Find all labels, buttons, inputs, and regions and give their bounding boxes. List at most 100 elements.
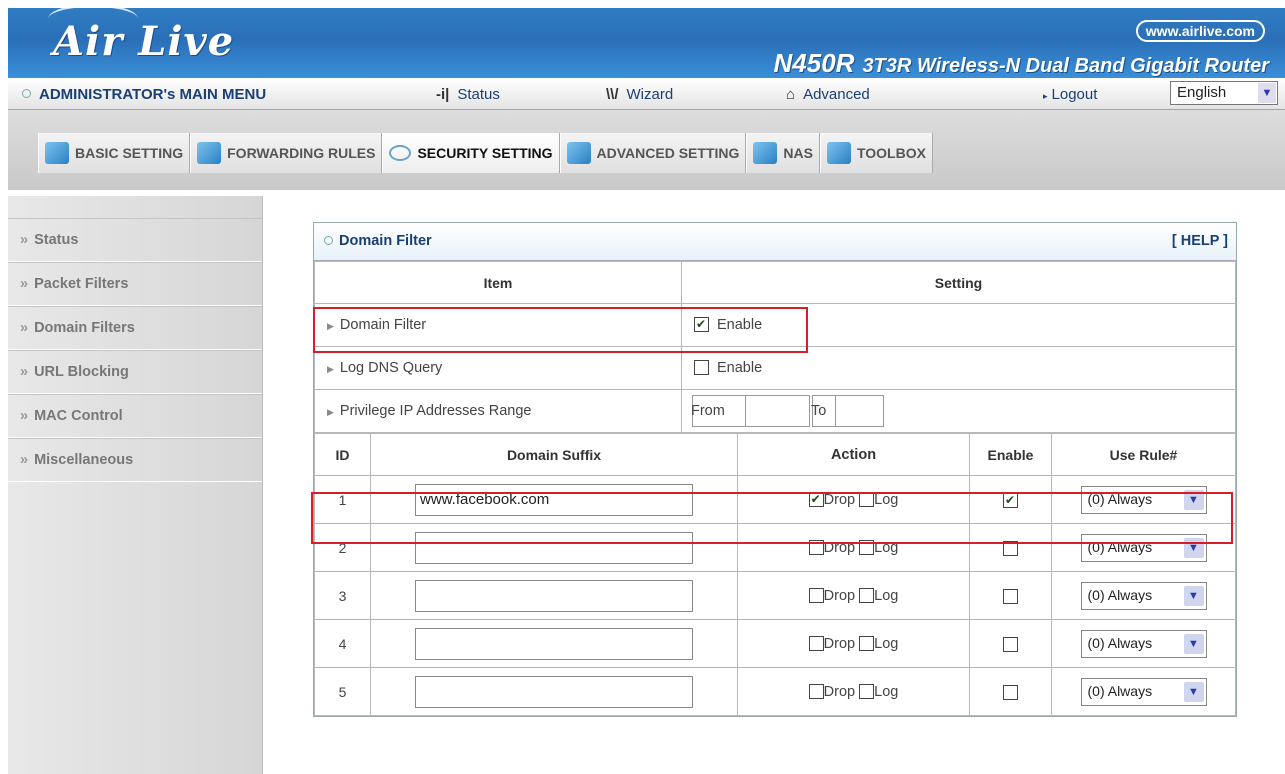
sidebar-item-packet-filters[interactable]: » Packet Filters: [8, 262, 262, 306]
triangle-icon: ▶: [327, 364, 334, 374]
rule-id: 2: [314, 523, 371, 572]
help-link[interactable]: [ HELP ]: [1172, 233, 1228, 249]
log-label: Log: [874, 587, 899, 604]
enable-checkbox[interactable]: [1003, 684, 1018, 700]
log-dns-label: ▶ Log DNS Query: [314, 346, 682, 390]
sidebar: » Status » Packet Filters » Domain Filters …: [8, 196, 263, 774]
domain-filter-checkbox[interactable]: [694, 317, 709, 332]
main-menu-bar: ADMINISTRATOR's MAIN MENU -i| Status \\/W…: [8, 78, 1285, 110]
logo: Air Live: [53, 18, 235, 65]
drop-checkbox[interactable]: [808, 683, 824, 699]
admin-main-menu[interactable]: ADMINISTRATOR's MAIN MENU: [22, 86, 266, 103]
rule-id: 1: [314, 475, 371, 524]
enable-checkbox[interactable]: [1003, 636, 1018, 652]
tab-forwarding-rules[interactable]: FORWARDING RULES: [190, 133, 383, 173]
rule-id: 4: [314, 619, 371, 668]
lock-icon: [389, 145, 412, 161]
header-banner: Air Live www.airlive.com N450R 3T3R Wirel…: [8, 4, 1285, 79]
drop-label: Drop: [823, 683, 856, 700]
menu-status[interactable]: -i| Status: [436, 86, 500, 103]
domain-suffix-input[interactable]: [415, 627, 693, 660]
table-row: 1 www.facebook.com Drop Log (0) Always▼: [314, 475, 1236, 524]
chevron-down-icon: ▼: [1183, 585, 1204, 606]
panel-header: Domain Filter [ HELP ]: [314, 223, 1236, 261]
col-use-rule: Use Rule#: [1051, 433, 1236, 476]
log-checkbox[interactable]: [859, 539, 875, 555]
bullet-icon: [22, 89, 31, 98]
enable-checkbox[interactable]: [1003, 540, 1018, 556]
drop-label: Drop: [823, 539, 856, 556]
table-row: 4 Drop Log (0) Always ▼: [314, 619, 1236, 668]
toolbox-icon: [826, 142, 851, 164]
drop-checkbox[interactable]: [808, 539, 824, 555]
wizard-icon: \\/: [606, 86, 619, 103]
domain-filter-row: ▶Domain Filter Enable: [314, 303, 1236, 347]
model-name: N450R: [773, 48, 855, 78]
log-label: Log: [874, 635, 899, 652]
tab-strip: BASIC SETTING FORWARDING RULES SECURITY …: [8, 110, 1285, 190]
log-checkbox[interactable]: [859, 491, 875, 507]
tab-security-setting[interactable]: SECURITY SETTING: [382, 133, 560, 173]
log-checkbox[interactable]: [859, 587, 875, 603]
log-dns-enable-label: Enable: [717, 360, 763, 376]
main-content: Domain Filter [ HELP ] Item Setting ▶ Dom…: [263, 196, 1285, 774]
folder-icon: [45, 142, 69, 164]
drop-label: Drop: [823, 587, 856, 604]
col-action: Action: [737, 433, 970, 476]
forward-icon: [197, 142, 222, 164]
use-rule-select[interactable]: (0) Always ▼: [1080, 533, 1207, 562]
status-icon: -i|: [436, 86, 450, 103]
chevron-down-icon: ▼: [1183, 489, 1204, 510]
tab-advanced-setting[interactable]: ADVANCED SETTING: [559, 133, 747, 173]
domain-suffix-input[interactable]: www.facebook.com: [415, 483, 693, 516]
language-select[interactable]: English ▼: [1170, 81, 1278, 105]
enable-checkbox[interactable]: [1003, 588, 1018, 604]
product-name: 3T3R Wireless-N Dual Band Gigabit Router: [862, 55, 1269, 77]
log-checkbox[interactable]: [859, 635, 875, 651]
col-id: ID: [314, 433, 371, 476]
log-dns-checkbox[interactable]: [694, 360, 709, 375]
product-title: N450R 3T3R Wireless-N Dual Band Gigabit R…: [774, 48, 1270, 79]
log-dns-row: ▶ Log DNS Query Enable: [314, 346, 1236, 390]
triangle-icon: ▸: [1043, 91, 1048, 101]
use-rule-select[interactable]: (0) Always ▼: [1080, 629, 1207, 658]
domain-suffix-input[interactable]: [415, 675, 693, 708]
chevron-down-icon: ▼: [1258, 83, 1276, 103]
log-label: Log: [874, 539, 899, 556]
menu-wizard[interactable]: \\/Wizard: [606, 86, 673, 103]
col-setting: Setting: [681, 261, 1236, 304]
sidebar-item-domain-filters[interactable]: » Domain Filters: [8, 306, 262, 350]
drop-checkbox[interactable]: [808, 635, 824, 651]
menu-logout[interactable]: ▸ Logout: [1043, 86, 1097, 103]
sidebar-item-status[interactable]: » Status: [8, 218, 262, 262]
drop-checkbox[interactable]: [808, 491, 824, 507]
table-row: 3 Drop Log (0) Always ▼: [314, 571, 1236, 620]
chevron-down-icon: ▼: [1183, 537, 1204, 558]
rule-id: 3: [314, 571, 371, 620]
to-ip-field[interactable]: To: [811, 395, 884, 427]
triangle-icon: ▶: [327, 321, 334, 331]
tab-toolbox[interactable]: TOOLBOX: [819, 133, 933, 173]
settings-table: Item Setting ▶Domain Filter Enable ▶Log …: [314, 261, 1236, 433]
use-rule-select[interactable]: (0) Always ▼: [1080, 677, 1207, 706]
use-rule-select[interactable]: (0) Always ▼: [1080, 485, 1207, 514]
log-label: Log: [874, 683, 899, 700]
enable-checkbox[interactable]: [1003, 492, 1018, 508]
domain-suffix-input[interactable]: [415, 579, 693, 612]
log-checkbox[interactable]: [859, 683, 875, 699]
domain-suffix-input[interactable]: [415, 531, 693, 564]
use-rule-select[interactable]: (0) Always ▼: [1080, 581, 1207, 610]
triangle-icon: ▶: [327, 407, 334, 417]
tab-nas[interactable]: NAS: [746, 133, 820, 173]
site-url[interactable]: www.airlive.com: [1135, 20, 1265, 42]
sidebar-item-url-blocking[interactable]: » URL Blocking: [8, 350, 262, 394]
sidebar-item-miscellaneous[interactable]: » Miscellaneous: [8, 438, 262, 482]
log-label: Log: [874, 491, 899, 508]
drop-checkbox[interactable]: [808, 587, 824, 603]
gear-icon: [566, 142, 591, 164]
from-ip-field[interactable]: From: [691, 395, 810, 427]
sidebar-item-mac-control[interactable]: » MAC Control: [8, 394, 262, 438]
menu-advanced[interactable]: ⌂ Advanced: [786, 86, 870, 103]
panel-title: Domain Filter: [324, 233, 432, 249]
tab-basic-setting[interactable]: BASIC SETTING: [38, 133, 191, 173]
